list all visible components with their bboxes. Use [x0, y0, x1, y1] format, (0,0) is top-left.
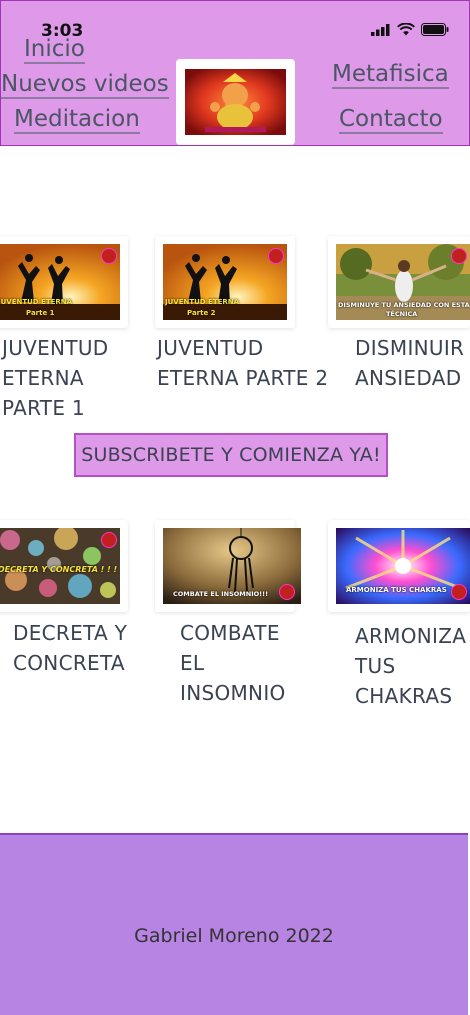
video-title-juventud-eterna-1[interactable]: JUVENTUD ETERNA PARTE 1 — [2, 333, 108, 423]
thumbnail-caption-part: Parte 1 — [26, 309, 55, 317]
nav-meditacion[interactable]: Meditacion — [14, 106, 140, 135]
channel-badge-icon — [279, 584, 295, 600]
video-title-combate-el-insomnio[interactable]: COMBATE EL INSOMNIO — [180, 618, 286, 708]
title-line: ETERNA PARTE 2 — [157, 366, 329, 390]
status-icons — [371, 23, 449, 36]
nav-inicio[interactable]: Inicio — [24, 36, 85, 65]
video-title-decreta-y-concreta[interactable]: DECRETA Y CONCRETA — [13, 618, 127, 678]
video-card-juventud-eterna-1[interactable]: JUVENTUD ETERNA Parte 1 — [0, 236, 128, 328]
site-header: 3:03 Inicio Nuevos videos Meditacion Met… — [0, 0, 470, 146]
video-thumbnail: JUVENTUD ETERNA Parte 1 — [0, 244, 120, 320]
channel-badge-icon — [101, 532, 117, 548]
title-line: EL — [180, 651, 205, 675]
video-thumbnail: JUVENTUD ETERNA Parte 2 — [163, 244, 287, 320]
footer-copyright: Gabriel Moreno 2022 — [134, 925, 334, 947]
video-thumbnail: ARMONIZA TUS CHAKRAS — [336, 528, 470, 604]
title-line: PARTE 1 — [2, 396, 85, 420]
title-line: DISMINUIR — [355, 336, 465, 360]
ganesha-logo-image — [185, 69, 286, 135]
title-line: DECRETA Y — [13, 621, 128, 645]
thumbnail-caption: JUVENTUD ETERNA — [0, 298, 73, 306]
video-card-disminuir-ansiedad[interactable]: DISMINUYE TU ANSIEDAD CON ESTA TÉCNICA — [328, 236, 470, 328]
thumbnail-caption: ARMONIZA TUS CHAKRAS — [346, 586, 447, 594]
title-line: CHAKRAS — [355, 684, 453, 708]
thumbnail-caption: DECRETA Y CONCRETA ! ! ! — [0, 565, 118, 574]
video-card-decreta-y-concreta[interactable]: DECRETA Y CONCRETA ! ! ! — [0, 520, 128, 612]
nav-nuevos-videos[interactable]: Nuevos videos — [1, 71, 169, 100]
thumbnail-caption: JUVENTUD ETERNA — [165, 298, 240, 306]
video-title-juventud-eterna-2[interactable]: JUVENTUD ETERNA PARTE 2 — [157, 333, 328, 393]
video-card-juventud-eterna-2[interactable]: JUVENTUD ETERNA Parte 2 — [155, 236, 295, 328]
video-thumbnail: COMBATE EL INSOMNIO!!! — [163, 528, 301, 604]
video-thumbnail: DECRETA Y CONCRETA ! ! ! — [0, 528, 120, 604]
title-line: INSOMNIO — [180, 681, 286, 705]
channel-badge-icon — [451, 248, 467, 264]
video-title-disminuir-ansiedad[interactable]: DISMINUIR ANSIEDAD — [355, 333, 464, 393]
title-line: ETERNA — [2, 366, 84, 390]
battery-icon — [421, 23, 449, 36]
subscribe-button[interactable]: SUBSCRIBETE Y COMIENZA YA! — [74, 433, 388, 477]
video-thumbnail: DISMINUYE TU ANSIEDAD CON ESTA TÉCNICA — [336, 244, 470, 320]
channel-badge-icon — [101, 248, 117, 264]
title-line: ARMONIZA — [355, 624, 467, 648]
nav-contacto[interactable]: Contacto — [339, 106, 443, 135]
title-line: COMBATE — [180, 621, 280, 645]
channel-badge-icon — [268, 248, 284, 264]
thumbnail-caption-part: Parte 2 — [187, 309, 216, 317]
title-line: CONCRETA — [13, 651, 125, 675]
site-logo[interactable] — [176, 59, 295, 145]
wifi-icon — [397, 23, 415, 36]
nav-metafisica[interactable]: Metafisica — [332, 61, 449, 90]
channel-badge-icon — [451, 584, 467, 600]
title-line: JUVENTUD — [2, 336, 109, 360]
thumbnail-caption: DISMINUYE TU ANSIEDAD CON ESTA — [338, 301, 470, 309]
site-footer: Gabriel Moreno 2022 — [0, 833, 468, 1015]
video-title-armoniza-tus-chakras[interactable]: ARMONIZA TUS CHAKRAS — [355, 621, 466, 711]
title-line: ANSIEDAD — [355, 366, 462, 390]
thumbnail-caption: COMBATE EL INSOMNIO!!! — [173, 590, 269, 598]
signal-icon — [371, 23, 390, 36]
title-line: TUS — [355, 654, 396, 678]
thumbnail-caption-part: TÉCNICA — [386, 310, 418, 318]
video-card-combate-el-insomnio[interactable]: COMBATE EL INSOMNIO!!! — [155, 520, 301, 612]
title-line: JUVENTUD — [157, 336, 264, 360]
video-card-armoniza-tus-chakras[interactable]: ARMONIZA TUS CHAKRAS — [328, 520, 470, 612]
